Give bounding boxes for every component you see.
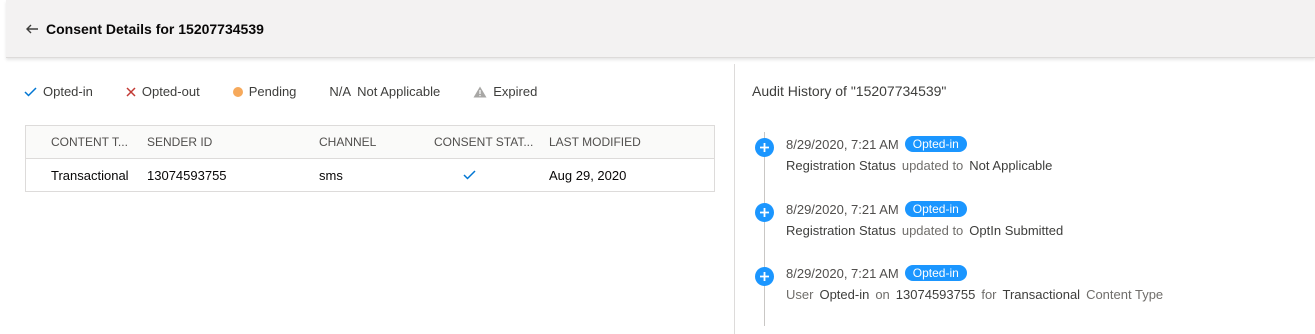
entry-word: Content Type bbox=[1086, 287, 1164, 302]
cell-content-type: Transactional bbox=[51, 167, 129, 183]
entry-date: 8/29/2020, 7:21 AM bbox=[786, 136, 899, 152]
status-legend: Opted-in Opted-out Pending N/A Not Appli… bbox=[24, 84, 570, 99]
legend-expired: Expired bbox=[473, 84, 537, 99]
entry-verb: updated to bbox=[901, 158, 964, 173]
entry-description: Registration Status updated to OptIn Submi… bbox=[786, 223, 1069, 238]
check-icon bbox=[24, 86, 37, 97]
audit-history-title: Audit History of "15207734539" bbox=[752, 83, 947, 99]
entry-date: 8/29/2020, 7:21 AM bbox=[786, 201, 899, 217]
column-header-last-modified[interactable]: LAST MODIFIED bbox=[549, 135, 689, 149]
legend-opted-out-label: Opted-out bbox=[141, 84, 200, 99]
legend-opted-in-label: Opted-in bbox=[43, 84, 93, 99]
na-symbol: N/A bbox=[329, 84, 352, 99]
entry-description: Registration Status updated to Not Applica… bbox=[786, 158, 1058, 173]
entry-word: Transactional bbox=[1002, 287, 1081, 302]
column-header-content-type[interactable]: CONTENT T... bbox=[26, 135, 147, 149]
entry-field: Registration Status bbox=[786, 223, 896, 238]
entry-date: 8/29/2020, 7:21 AM bbox=[786, 265, 899, 281]
cell-last-modified: Aug 29, 2020 bbox=[549, 167, 627, 183]
table-row: Transactional 13074593755 sms Aug 29, 20… bbox=[26, 159, 714, 191]
cell-sender-id: 13074593755 bbox=[147, 167, 227, 183]
cell-channel: sms bbox=[319, 167, 343, 183]
close-icon bbox=[126, 86, 136, 97]
column-header-consent-status[interactable]: CONSENT STAT... bbox=[434, 135, 549, 149]
status-badge: Opted-in bbox=[904, 136, 967, 152]
check-icon bbox=[462, 168, 476, 183]
legend-expired-label: Expired bbox=[493, 84, 538, 99]
entry-word: Opted-in bbox=[819, 287, 870, 302]
page-title: Consent Details for 15207734539 bbox=[46, 20, 264, 37]
entry-word: User bbox=[786, 287, 814, 302]
legend-opted-out: Opted-out bbox=[126, 84, 200, 99]
cell-consent-status bbox=[434, 168, 549, 183]
add-icon[interactable] bbox=[755, 267, 774, 286]
legend-not-applicable-label: Not Applicable bbox=[357, 84, 441, 99]
consent-pane: Opted-in Opted-out Pending N/A Not Appli… bbox=[0, 64, 734, 334]
legend-opted-in: Opted-in bbox=[24, 84, 93, 99]
legend-not-applicable: N/A Not Applicable bbox=[329, 84, 440, 99]
timeline-line bbox=[764, 132, 765, 326]
status-badge: Opted-in bbox=[904, 265, 967, 281]
arrow-left-icon[interactable] bbox=[24, 21, 40, 37]
entry-value: OptIn Submitted bbox=[969, 223, 1064, 238]
add-icon[interactable] bbox=[755, 203, 774, 222]
add-icon[interactable] bbox=[755, 138, 774, 157]
entry-word: 13074593755 bbox=[895, 287, 976, 302]
column-header-sender-id[interactable]: SENDER ID bbox=[147, 135, 319, 149]
table-header: CONTENT T... SENDER ID CHANNEL CONSENT S… bbox=[26, 126, 714, 159]
entry-word: for bbox=[981, 287, 997, 302]
warning-triangle-icon bbox=[473, 86, 487, 98]
legend-pending: Pending bbox=[232, 84, 297, 99]
entry-verb: updated to bbox=[901, 223, 964, 238]
entry-value: Not Applicable bbox=[969, 158, 1053, 173]
entry-field: Registration Status bbox=[786, 158, 896, 173]
page-header: Consent Details for 15207734539 bbox=[6, 0, 1315, 58]
column-header-channel[interactable]: CHANNEL bbox=[319, 135, 434, 149]
entry-description: User Opted-in on 13074593755 for Transactiona… bbox=[786, 287, 1169, 302]
pending-dot-icon bbox=[232, 86, 243, 97]
entry-word: on bbox=[875, 287, 890, 302]
consent-table: CONTENT T... SENDER ID CHANNEL CONSENT S… bbox=[25, 125, 715, 192]
audit-history-pane: Audit History of "15207734539" 8/29/2020… bbox=[735, 64, 1315, 334]
legend-pending-label: Pending bbox=[248, 84, 297, 99]
status-badge: Opted-in bbox=[904, 201, 967, 217]
